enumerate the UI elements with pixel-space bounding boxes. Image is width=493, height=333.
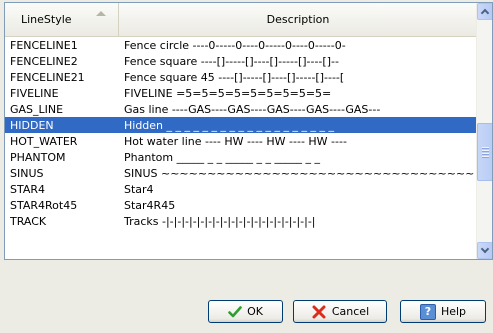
row-linestyle-cell: HIDDEN [10, 118, 54, 132]
list-header: LineStyle Description [5, 3, 477, 37]
row-description-cell: Fence circle ----0-----0----0-----0----0… [124, 38, 346, 52]
table-row[interactable]: FENCELINE21 Fence square 45 ----[]-----[]… [5, 69, 477, 85]
checkmark-icon [228, 305, 242, 319]
row-linestyle-cell: STAR4 [10, 182, 46, 196]
row-description-cell: Star4R45 [124, 198, 176, 212]
row-linestyle-cell: STAR4Rot45 [10, 198, 78, 212]
row-description-cell: Fence square 45 ----[]-----[]----[]-----… [124, 70, 345, 84]
row-linestyle-cell: FENCELINE21 [10, 70, 85, 84]
cancel-button-label: Cancel [331, 305, 370, 318]
row-description-cell: Hidden _ _ _ _ _ _ _ _ _ _ _ _ _ _ _ _ _… [124, 118, 334, 132]
scroll-down-button[interactable] [477, 242, 492, 259]
grip-line [481, 156, 489, 157]
row-linestyle-cell: HOT_WATER [10, 134, 78, 148]
help-button[interactable]: ? Help [400, 300, 486, 323]
row-description-cell: Fence square ----[]-----[]----[]-----[]-… [124, 54, 339, 68]
linestyle-list[interactable]: LineStyle Description FENCELINE1 Fence ci… [4, 2, 493, 260]
row-description-cell: Gas line ----GAS----GAS----GAS----GAS---… [124, 102, 381, 116]
vertical-scrollbar[interactable] [476, 3, 492, 259]
table-row[interactable]: TRACK Tracks -|-|-|-|-|-|-|-|-|-|-|-|-|-|… [5, 213, 477, 229]
scrollbar-thumb[interactable] [477, 123, 492, 181]
table-row[interactable]: PHANTOM Phantom _____ _ _ _____ _ _ _____… [5, 149, 477, 165]
ok-button[interactable]: OK [208, 300, 283, 323]
column-header-description-label: Description [266, 13, 330, 26]
row-description-cell: Phantom _____ _ _ _____ _ _ _____ _ _ [124, 150, 321, 164]
table-row[interactable]: STAR4Rot45 Star4R45 [5, 197, 477, 213]
grip-line [481, 153, 489, 154]
table-row[interactable]: STAR4 Star4 [5, 181, 477, 197]
column-header-description[interactable]: Description [119, 3, 477, 36]
table-row[interactable]: FENCELINE1 Fence circle ----0-----0----0-… [5, 37, 477, 53]
grip-line [481, 150, 489, 151]
linestyle-dialog: LineStyle Description FENCELINE1 Fence ci… [0, 0, 493, 333]
table-row[interactable]: FENCELINE2 Fence square ----[]-----[]----… [5, 53, 477, 69]
column-header-linestyle[interactable]: LineStyle [5, 3, 119, 36]
row-linestyle-cell: FIVELINE [10, 86, 59, 100]
help-button-label: Help [440, 305, 467, 318]
ok-button-label: OK [247, 305, 263, 318]
cancel-button[interactable]: Cancel [293, 300, 387, 323]
grip-line [481, 147, 489, 148]
table-row[interactable]: FIVELINE FIVELINE =5=5=5=5=5=5=5=5=5= [5, 85, 477, 101]
table-row[interactable]: HIDDEN Hidden _ _ _ _ _ _ _ _ _ _ _ _ _ _… [5, 117, 477, 133]
chevron-up-icon [480, 8, 490, 18]
column-header-linestyle-label: LineStyle [21, 13, 72, 26]
row-description-cell: Hot water line ---- HW ---- HW ---- HW -… [124, 134, 347, 148]
row-description-cell: Star4 [124, 182, 154, 196]
scroll-up-button[interactable] [477, 3, 492, 20]
row-linestyle-cell: GAS_LINE [10, 102, 64, 116]
question-mark-icon: ? [419, 303, 436, 320]
row-linestyle-cell: PHANTOM [10, 150, 66, 164]
row-description-cell: FIVELINE =5=5=5=5=5=5=5=5=5= [124, 86, 332, 100]
table-row[interactable]: SINUS SINUS ~~~~~~~~~~~~~~~~~~~~~~~~~~~~~… [5, 165, 477, 181]
red-x-icon [311, 304, 327, 320]
row-description-cell: SINUS ~~~~~~~~~~~~~~~~~~~~~~~~~~~~~~~~~~ [124, 166, 475, 180]
list-rows: FENCELINE1 Fence circle ----0-----0----0-… [5, 37, 477, 229]
row-linestyle-cell: FENCELINE1 [10, 38, 78, 52]
row-linestyle-cell: TRACK [10, 214, 47, 228]
row-description-cell: Tracks -|-|-|-|-|-|-|-|-|-|-|-|-|-|-|-|-… [124, 214, 316, 228]
row-linestyle-cell: FENCELINE2 [10, 54, 78, 68]
table-row[interactable]: HOT_WATER Hot water line ---- HW ---- HW … [5, 133, 477, 149]
table-row[interactable]: GAS_LINE Gas line ----GAS----GAS----GAS--… [5, 101, 477, 117]
sort-ascending-icon [96, 11, 106, 16]
row-linestyle-cell: SINUS [10, 166, 44, 180]
chevron-down-icon [480, 244, 490, 254]
